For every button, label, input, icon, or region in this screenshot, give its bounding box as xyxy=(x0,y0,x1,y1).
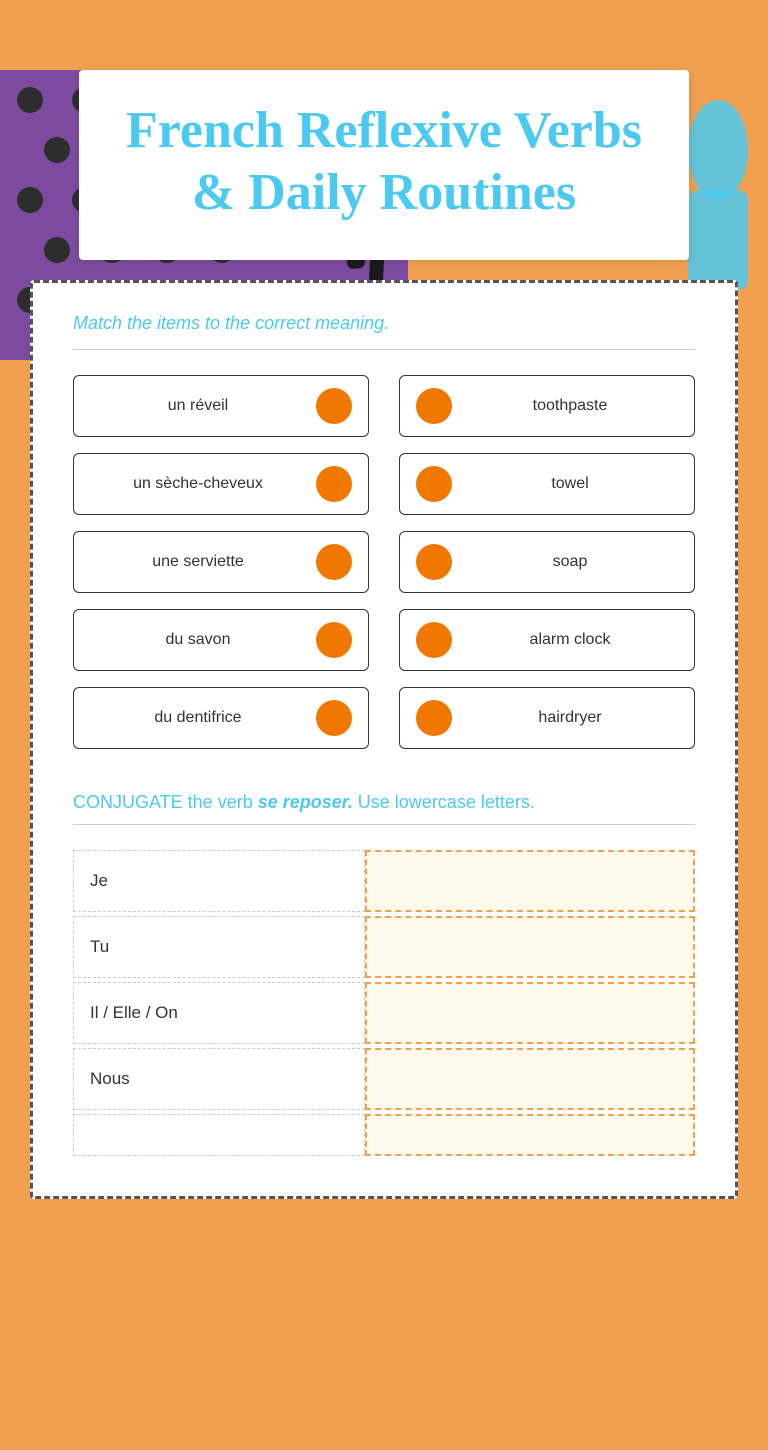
conjugation-table: Je Tu Il / Elle / On Nous xyxy=(73,850,695,1156)
pronoun-il: Il / Elle / On xyxy=(73,982,365,1044)
pronoun-je: Je xyxy=(73,850,365,912)
match-dot-right-1[interactable] xyxy=(416,388,452,424)
pronoun-vous xyxy=(73,1114,365,1156)
match-right-label-2: towel xyxy=(462,475,678,493)
conj-input-tu[interactable] xyxy=(365,916,695,978)
match-dot-right-5[interactable] xyxy=(416,700,452,736)
match-right-item-1: toothpaste xyxy=(399,375,695,437)
match-heading: Match the items to the correct meaning. xyxy=(73,313,695,334)
conj-row-vous xyxy=(73,1114,695,1156)
conjugate-label-normal: CONJUGATE the verb xyxy=(73,792,258,812)
conj-input-il[interactable] xyxy=(365,982,695,1044)
match-left-label-2: un sèche-cheveux xyxy=(90,475,306,493)
match-dot-left-3[interactable] xyxy=(316,544,352,580)
match-right-label-1: toothpaste xyxy=(462,397,678,415)
match-left-item-2: un sèche-cheveux xyxy=(73,453,369,515)
conj-input-je[interactable] xyxy=(365,850,695,912)
conj-input-nous[interactable] xyxy=(365,1048,695,1110)
match-right-label-4: alarm clock xyxy=(462,631,678,649)
match-left-item-3: une serviette xyxy=(73,531,369,593)
match-left-label-5: du dentifrice xyxy=(90,709,306,727)
match-right-item-2: towel xyxy=(399,453,695,515)
match-left-item-4: du savon xyxy=(73,609,369,671)
conj-row-tu: Tu xyxy=(73,916,695,978)
conj-row-il: Il / Elle / On xyxy=(73,982,695,1044)
match-right-label-5: hairdryer xyxy=(462,709,678,727)
match-dot-right-2[interactable] xyxy=(416,466,452,502)
match-left-item-5: du dentifrice xyxy=(73,687,369,749)
match-right-col: toothpaste towel soap alarm clock hairdr… xyxy=(399,375,695,749)
match-dot-left-5[interactable] xyxy=(316,700,352,736)
match-left-label-4: du savon xyxy=(90,631,306,649)
match-divider xyxy=(73,349,695,350)
main-content: Match the items to the correct meaning. … xyxy=(30,280,738,1199)
conjugate-heading: CONJUGATE the verb se reposer. Use lower… xyxy=(73,789,695,816)
conjugate-divider xyxy=(73,824,695,825)
match-dot-right-4[interactable] xyxy=(416,622,452,658)
page-title: French Reflexive Verbs & Daily Routines xyxy=(119,100,649,225)
match-dot-left-2[interactable] xyxy=(316,466,352,502)
match-right-item-5: hairdryer xyxy=(399,687,695,749)
title-card: French Reflexive Verbs & Daily Routines xyxy=(79,70,689,260)
match-left-col: un réveil un sèche-cheveux une serviette… xyxy=(73,375,369,749)
match-left-label-3: une serviette xyxy=(90,553,306,571)
pronoun-nous: Nous xyxy=(73,1048,365,1110)
match-dot-left-1[interactable] xyxy=(316,388,352,424)
match-left-item-1: un réveil xyxy=(73,375,369,437)
match-right-label-3: soap xyxy=(462,553,678,571)
conj-row-nous: Nous xyxy=(73,1048,695,1110)
match-dot-right-3[interactable] xyxy=(416,544,452,580)
match-right-item-4: alarm clock xyxy=(399,609,695,671)
match-container: un réveil un sèche-cheveux une serviette… xyxy=(73,375,695,749)
pronoun-tu: Tu xyxy=(73,916,365,978)
conjugate-verb: se reposer. xyxy=(258,792,353,812)
match-right-item-3: soap xyxy=(399,531,695,593)
conj-row-je: Je xyxy=(73,850,695,912)
conjugate-suffix: Use lowercase letters. xyxy=(353,792,535,812)
match-left-label-1: un réveil xyxy=(90,397,306,415)
conj-input-vous[interactable] xyxy=(365,1114,695,1156)
match-dot-left-4[interactable] xyxy=(316,622,352,658)
